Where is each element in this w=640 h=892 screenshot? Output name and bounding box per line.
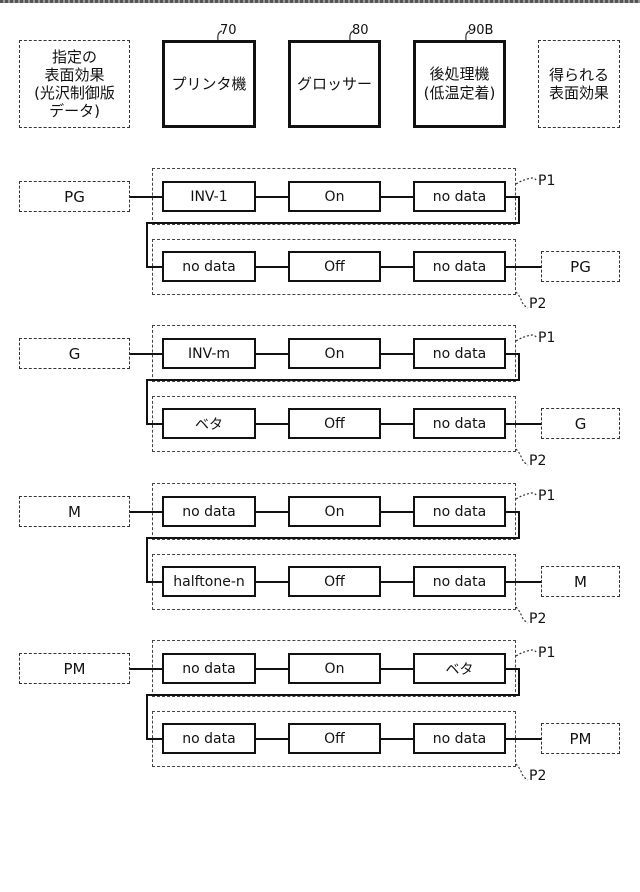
output-effect-box: PG xyxy=(541,251,620,282)
return-line xyxy=(146,694,520,696)
connector-line xyxy=(256,510,288,513)
pass2-step-post-processor: no data xyxy=(413,566,506,597)
connector-line xyxy=(256,352,288,355)
connector-line xyxy=(146,265,162,268)
pass1-leader-line xyxy=(515,177,538,185)
pass1-label: P1 xyxy=(538,645,556,661)
input-effect-box: M xyxy=(19,496,130,527)
pass1-step-post-processor: no data xyxy=(413,181,506,212)
output-effect-box: M xyxy=(541,566,620,597)
pass2-leader-line xyxy=(515,291,529,309)
ref-label-printer: 70 xyxy=(220,23,237,38)
pass2-step-post-processor: no data xyxy=(413,408,506,439)
pass2-leader-line xyxy=(515,606,529,624)
connector-line xyxy=(506,737,541,740)
header-specified-surface-effect: 指定の 表面効果 (光沢制御版 データ) xyxy=(19,40,130,128)
connector-line xyxy=(381,422,413,425)
pass1-step-glosser: On xyxy=(288,653,381,684)
connector-line xyxy=(146,580,162,583)
connector-line xyxy=(506,265,541,268)
pass1-step-post-processor: ベタ xyxy=(413,653,506,684)
connector-line xyxy=(506,580,541,583)
connector-line xyxy=(381,737,413,740)
connector-line xyxy=(518,195,520,224)
connector-line xyxy=(130,510,162,513)
connector-line xyxy=(256,265,288,268)
pass2-step-printer: halftone-n xyxy=(162,566,256,597)
connector-line xyxy=(381,510,413,513)
header-printer: プリンタ機 xyxy=(162,40,256,128)
header-glosser: グロッサー xyxy=(288,40,381,128)
connector-line xyxy=(256,580,288,583)
connector-line xyxy=(381,580,413,583)
pass1-label: P1 xyxy=(538,488,556,504)
connector-line xyxy=(146,537,148,583)
pass1-label: P1 xyxy=(538,330,556,346)
pass2-label: P2 xyxy=(529,768,547,784)
connector-line xyxy=(146,379,148,425)
return-line xyxy=(146,222,520,224)
pass2-label: P2 xyxy=(529,611,547,627)
connector-line xyxy=(130,352,162,355)
connector-line xyxy=(381,352,413,355)
connector-line xyxy=(518,510,520,539)
connector-line xyxy=(130,195,162,198)
connector-line xyxy=(518,352,520,381)
pass1-step-printer: INV-1 xyxy=(162,181,256,212)
connector-line xyxy=(381,265,413,268)
pass1-step-printer: INV-m xyxy=(162,338,256,369)
input-effect-box: PG xyxy=(19,181,130,212)
pass2-step-glosser: Off xyxy=(288,251,381,282)
connector-line xyxy=(256,667,288,670)
connector-line xyxy=(256,737,288,740)
connector-line xyxy=(518,667,520,696)
pass2-step-printer: no data xyxy=(162,723,256,754)
connector-line xyxy=(146,737,162,740)
connector-line xyxy=(130,667,162,670)
pass1-leader-line xyxy=(515,649,538,657)
connector-line xyxy=(381,667,413,670)
pass2-step-post-processor: no data xyxy=(413,723,506,754)
connector-line xyxy=(146,222,148,268)
return-line xyxy=(146,537,520,539)
input-effect-box: PM xyxy=(19,653,130,684)
pass1-leader-line xyxy=(515,334,538,342)
pass1-step-post-processor: no data xyxy=(413,338,506,369)
pass2-step-glosser: Off xyxy=(288,408,381,439)
header-post-processor: 後処理機 (低温定着) xyxy=(413,40,506,128)
pass1-step-glosser: On xyxy=(288,338,381,369)
ref-label-post-processor: 90B xyxy=(468,23,494,38)
pass2-step-printer: ベタ xyxy=(162,408,256,439)
input-effect-box: G xyxy=(19,338,130,369)
header-obtained-surface-effect: 得られる 表面効果 xyxy=(538,40,620,128)
pass1-step-post-processor: no data xyxy=(413,496,506,527)
pass1-step-printer: no data xyxy=(162,653,256,684)
output-effect-box: G xyxy=(541,408,620,439)
connector-line xyxy=(256,422,288,425)
pass2-step-printer: no data xyxy=(162,251,256,282)
connector-line xyxy=(381,195,413,198)
pass2-step-glosser: Off xyxy=(288,566,381,597)
connector-line xyxy=(146,694,148,740)
ref-label-glosser: 80 xyxy=(352,23,369,38)
connector-line xyxy=(506,422,541,425)
pass1-step-printer: no data xyxy=(162,496,256,527)
pass2-step-glosser: Off xyxy=(288,723,381,754)
return-line xyxy=(146,379,520,381)
pass2-step-post-processor: no data xyxy=(413,251,506,282)
pass2-leader-line xyxy=(515,448,529,466)
pass1-label: P1 xyxy=(538,173,556,189)
pass1-step-glosser: On xyxy=(288,181,381,212)
pass2-label: P2 xyxy=(529,296,547,312)
connector-line xyxy=(146,422,162,425)
pass1-step-glosser: On xyxy=(288,496,381,527)
top-border-line xyxy=(0,0,640,3)
pass2-leader-line xyxy=(515,763,529,781)
connector-line xyxy=(256,195,288,198)
output-effect-box: PM xyxy=(541,723,620,754)
pass1-leader-line xyxy=(515,492,538,500)
pass2-label: P2 xyxy=(529,453,547,469)
